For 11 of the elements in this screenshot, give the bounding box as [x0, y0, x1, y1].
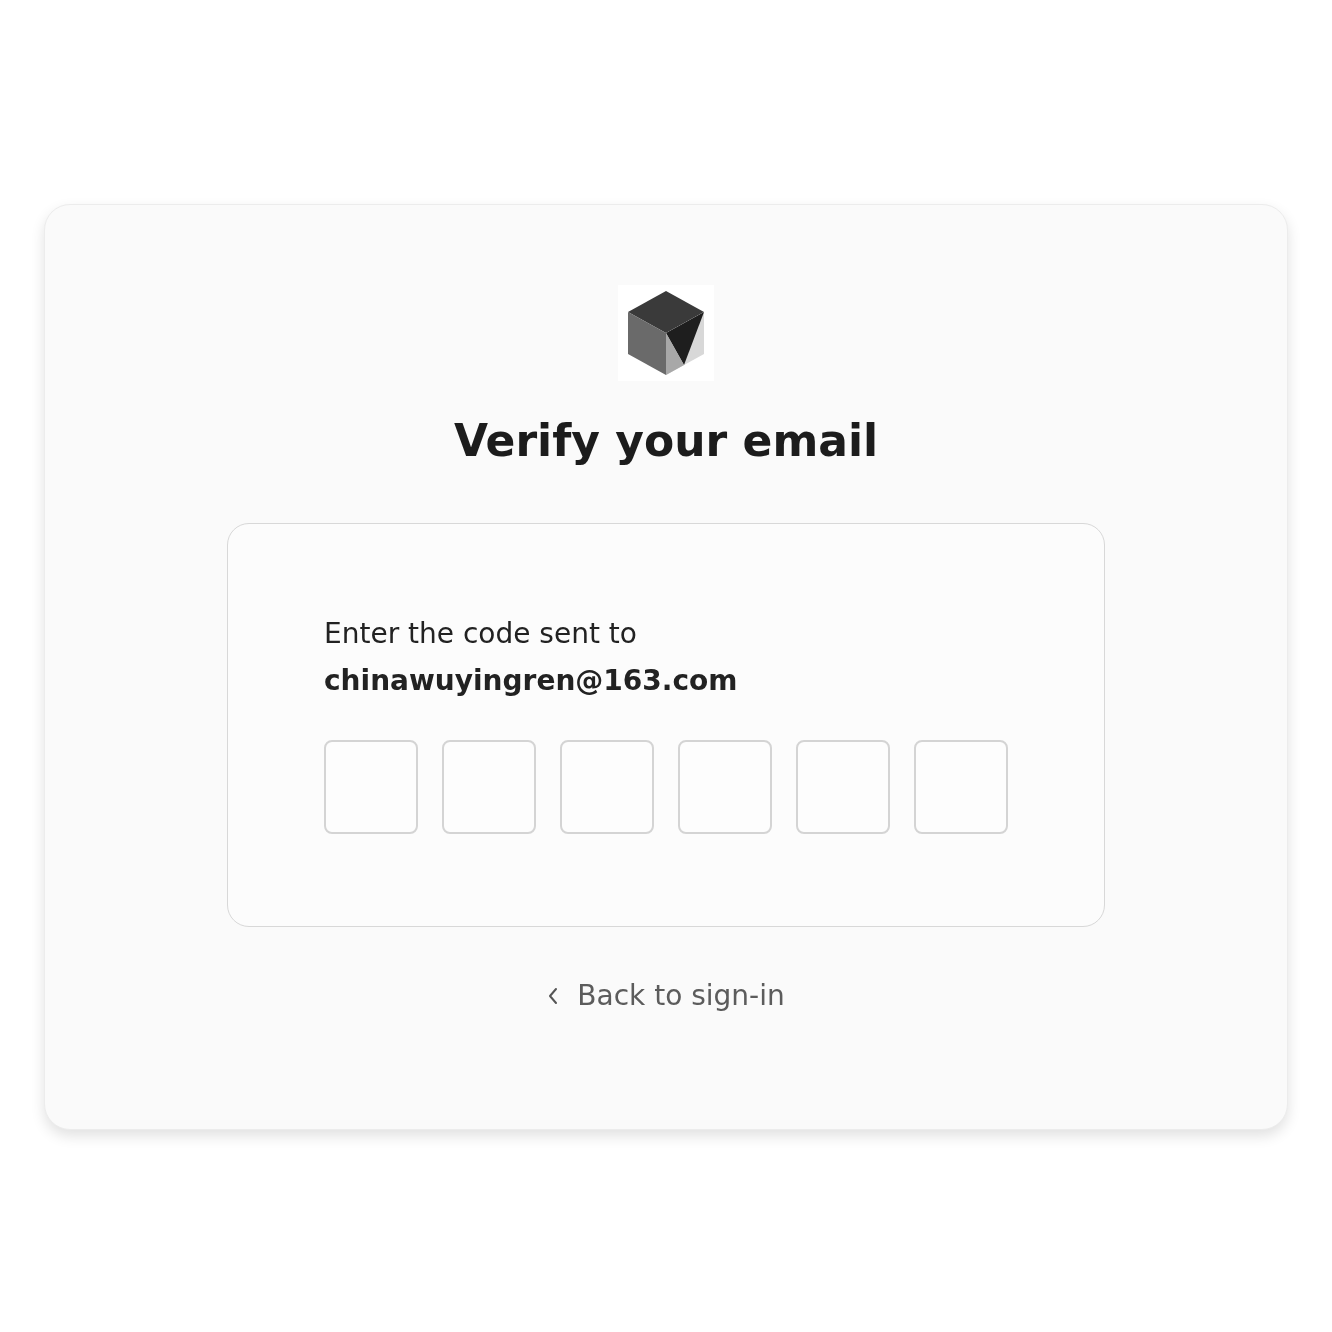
code-digit-field[interactable] — [796, 740, 890, 834]
back-link[interactable]: Back to sign-in — [547, 979, 785, 1012]
email-address: chinawuyingren@163.com — [324, 663, 739, 699]
code-digit-field[interactable] — [324, 740, 418, 834]
page-title: Verify your email — [453, 414, 879, 468]
code-digit-field[interactable] — [678, 740, 772, 834]
code-digit-field[interactable] — [914, 740, 1008, 834]
code-digit-field[interactable] — [442, 740, 536, 834]
chevron-left-icon — [547, 985, 560, 1006]
code-digit-field[interactable] — [560, 740, 654, 834]
instruction-text: Enter the code sent to — [324, 616, 638, 652]
